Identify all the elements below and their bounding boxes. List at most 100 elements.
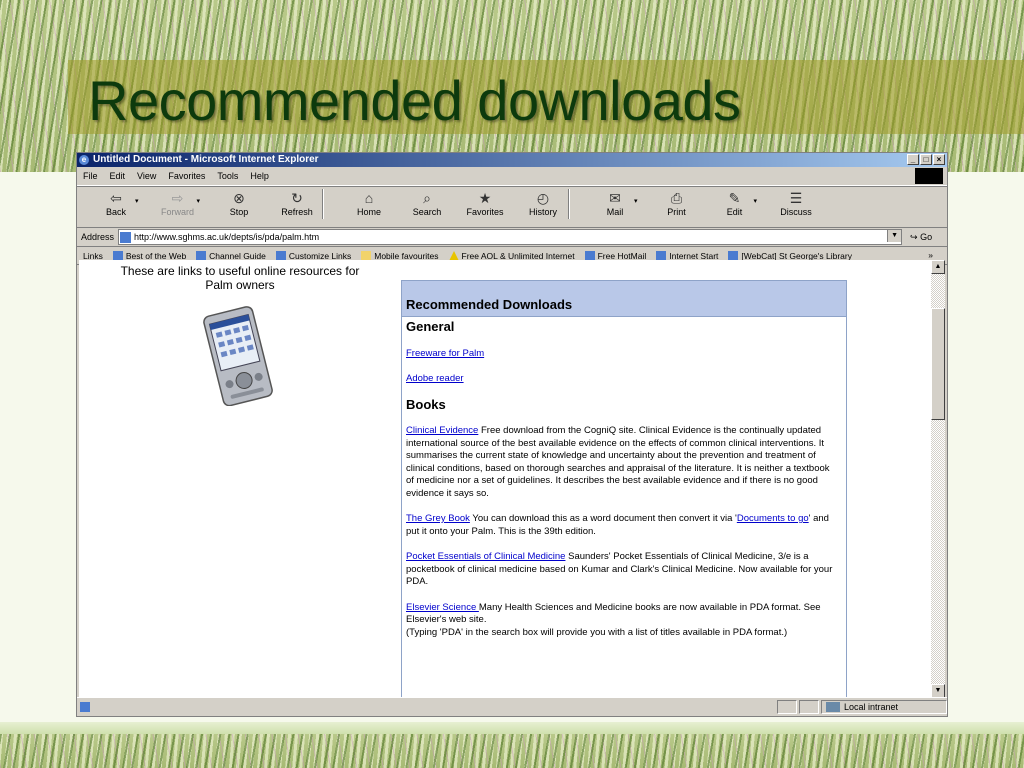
- link-label: Free HotMail: [597, 250, 647, 261]
- pocket-essentials-entry: Pocket Essentials of Clinical Medicine S…: [406, 551, 840, 589]
- chevron-down-icon[interactable]: ▾: [754, 197, 758, 205]
- menu-help[interactable]: Help: [250, 171, 269, 181]
- elsevier-note: (Typing 'PDA' in the search box will pro…: [406, 626, 788, 638]
- clinical-evidence-link[interactable]: Clinical Evidence: [406, 425, 478, 436]
- documents-to-go-link[interactable]: Documents to go: [737, 513, 809, 524]
- forward-arrow-icon: ⇨: [171, 189, 184, 206]
- menu-file[interactable]: File: [83, 171, 98, 181]
- link-item[interactable]: Mobile favourites: [361, 250, 439, 261]
- page-icon: [120, 231, 132, 243]
- address-bar: Address http://www.sghms.ac.uk/depts/is/…: [77, 228, 947, 247]
- maximize-button[interactable]: □: [920, 154, 932, 165]
- close-button[interactable]: ×: [933, 154, 945, 165]
- toolbar-separator: [568, 189, 571, 219]
- search-button[interactable]: ⌕ Search: [408, 189, 446, 218]
- elsevier-entry: Elsevier Science Many Health Sciences an…: [406, 602, 840, 640]
- toolbar-separator: [322, 189, 325, 219]
- back-button[interactable]: ⇦ Back: [97, 189, 135, 218]
- chevron-down-icon[interactable]: ▾: [634, 197, 638, 205]
- ie-logo-icon: e: [79, 155, 89, 165]
- history-button[interactable]: ◴ History: [524, 189, 562, 218]
- grey-book-link[interactable]: The Grey Book: [406, 513, 470, 524]
- stop-icon: ⊗: [233, 189, 245, 206]
- discuss-icon: ☰: [789, 189, 803, 206]
- menu-favorites[interactable]: Favorites: [168, 171, 205, 181]
- browser-title: Untitled Document - Microsoft Internet E…: [93, 154, 319, 165]
- intro-text: These are links to useful online resourc…: [120, 264, 360, 292]
- link-item[interactable]: [WebCat] St George's Library: [728, 250, 852, 261]
- search-icon: ⌕: [423, 189, 431, 206]
- refresh-button[interactable]: ↻ Refresh: [278, 189, 316, 218]
- link-item[interactable]: Internet Start: [656, 250, 719, 261]
- intranet-icon: [826, 702, 840, 712]
- print-button[interactable]: ⎙ Print: [658, 189, 696, 218]
- ie-page-icon: [584, 250, 595, 261]
- security-zone: Local intranet: [821, 700, 947, 714]
- toolbar-label: Print: [667, 207, 686, 217]
- edit-button[interactable]: ✎ Edit: [716, 189, 754, 218]
- link-item[interactable]: Customize Links: [275, 250, 352, 261]
- vertical-scrollbar[interactable]: ▲ ▼: [931, 260, 945, 698]
- standard-toolbar: ⇦ Back ▾ ⇨ Forward ▾ ⊗ Stop ↻ Refresh ⌂ Home ⌕ Search…: [77, 186, 947, 228]
- page-content: These are links to useful online resourc…: [79, 260, 931, 698]
- discuss-button[interactable]: ☰ Discuss: [777, 189, 815, 218]
- home-icon: ⌂: [364, 190, 374, 206]
- mail-icon: ✉: [609, 189, 621, 206]
- scroll-thumb[interactable]: [931, 308, 945, 420]
- warning-icon: [448, 250, 459, 261]
- status-cell: [777, 700, 797, 714]
- toolbar-label: Search: [412, 207, 442, 217]
- elsevier-link[interactable]: Elsevier Science: [406, 602, 479, 613]
- minimize-button[interactable]: _: [907, 154, 919, 165]
- adobe-reader-link[interactable]: Adobe reader: [406, 373, 464, 384]
- menu-view[interactable]: View: [137, 171, 156, 181]
- status-cell: [799, 700, 819, 714]
- menu-tools[interactable]: Tools: [217, 171, 238, 181]
- freeware-link[interactable]: Freeware for Palm: [406, 348, 484, 359]
- ie-page-icon: [275, 250, 286, 261]
- browser-titlebar[interactable]: e Untitled Document - Microsoft Internet…: [77, 153, 947, 167]
- go-button[interactable]: ↪ Go: [910, 232, 932, 243]
- toolbar-label: Stop: [229, 207, 249, 217]
- scroll-down-button[interactable]: ▼: [931, 684, 945, 698]
- palm-pda-image: [203, 306, 273, 406]
- chevron-down-icon[interactable]: ▾: [135, 197, 139, 205]
- general-heading: General: [406, 319, 455, 334]
- link-label: Free AOL & Unlimited Internet: [461, 250, 575, 261]
- history-icon: ◴: [536, 189, 550, 206]
- menu-edit[interactable]: Edit: [110, 171, 126, 181]
- link-label: Internet Start: [669, 250, 719, 261]
- address-input[interactable]: http://www.sghms.ac.uk/depts/is/pda/palm…: [118, 229, 903, 245]
- folder-icon: [361, 250, 372, 261]
- favorites-icon: ★: [478, 189, 492, 206]
- books-heading: Books: [406, 396, 446, 412]
- link-item[interactable]: Free HotMail: [584, 250, 647, 261]
- slide-title: Recommended downloads: [88, 69, 741, 132]
- link-item[interactable]: Channel Guide: [196, 250, 266, 261]
- address-dropdown-button[interactable]: ▼: [887, 230, 902, 242]
- toolbar-label: Favorites: [466, 207, 504, 217]
- toolbar-label: Forward: [161, 207, 195, 217]
- chevron-down-icon[interactable]: ▾: [197, 197, 201, 205]
- link-label: Customize Links: [288, 250, 352, 261]
- home-button[interactable]: ⌂ Home: [350, 189, 388, 217]
- toolbar-label: History: [529, 207, 558, 217]
- link-label: Channel Guide: [209, 250, 266, 261]
- grey-book-entry: The Grey Book You can download this as a…: [406, 513, 840, 538]
- toolbar-label: Refresh: [281, 207, 313, 217]
- link-item[interactable]: Best of the Web: [112, 250, 186, 261]
- scroll-up-button[interactable]: ▲: [931, 260, 945, 274]
- link-item[interactable]: Free AOL & Unlimited Internet: [448, 250, 575, 261]
- pocket-essentials-link[interactable]: Pocket Essentials of Clinical Medicine: [406, 551, 565, 562]
- menu-bar: File Edit View Favorites Tools Help: [77, 167, 947, 186]
- link-label: [WebCat] St George's Library: [741, 250, 852, 261]
- panel-title: Recommended Downloads: [402, 281, 846, 317]
- toolbar-label: Discuss: [780, 207, 812, 217]
- links-more-icon[interactable]: »: [928, 250, 933, 260]
- toolbar-label: Home: [357, 207, 382, 217]
- mail-button[interactable]: ✉ Mail: [596, 189, 634, 218]
- stop-button[interactable]: ⊗ Stop: [220, 189, 258, 218]
- ie-page-icon: [112, 250, 123, 261]
- favorites-button[interactable]: ★ Favorites: [466, 189, 504, 218]
- forward-button[interactable]: ⇨ Forward: [159, 189, 197, 218]
